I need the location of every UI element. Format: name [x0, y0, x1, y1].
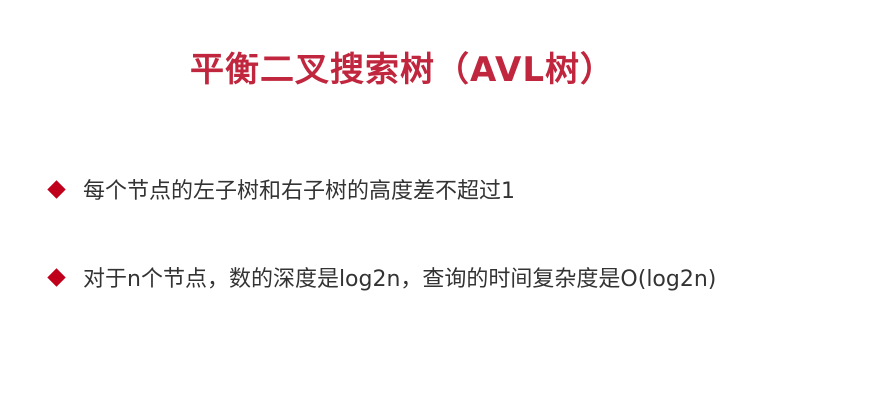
slide: 平衡二叉搜索树（AVL树） 每个节点的左子树和右子树的高度差不超过1 对于n个节… — [0, 0, 872, 402]
bullet-item: 对于n个节点，数的深度是log2n，查询的时间复杂度是O(log2n) — [44, 261, 716, 293]
diamond-icon — [47, 179, 66, 199]
bullet-item: 每个节点的左子树和右子树的高度差不超过1 — [44, 173, 515, 205]
diamond-icon — [47, 267, 66, 287]
bullet-text: 对于n个节点，数的深度是log2n，查询的时间复杂度是O(log2n) — [83, 267, 717, 292]
slide-title: 平衡二叉搜索树（AVL树） — [190, 50, 615, 90]
bullet-text: 每个节点的左子树和右子树的高度差不超过1 — [83, 179, 515, 204]
